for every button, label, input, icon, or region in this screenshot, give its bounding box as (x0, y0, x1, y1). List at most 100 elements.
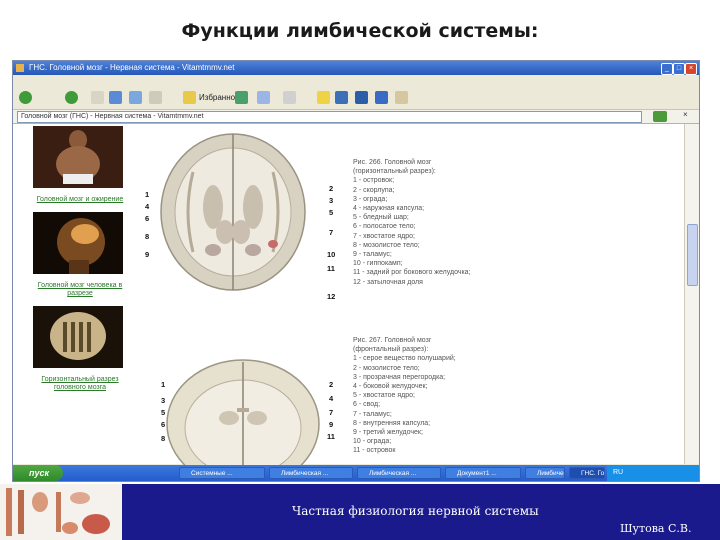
figure-label: 2 (329, 184, 334, 193)
figure-label: 4 (329, 394, 334, 403)
browser-toolbar: Избранное (13, 87, 699, 110)
maximize-button[interactable]: □ (673, 63, 685, 75)
taskbar-item[interactable]: Лимбическая ... (357, 467, 441, 479)
caption-line: 8 - мозолистое тело; (353, 241, 420, 249)
caption-line: 7 - таламус; (353, 410, 392, 418)
ie-icon (16, 64, 24, 72)
brain-slice-photo[interactable] (33, 306, 123, 368)
figure2-caption: Рис. 267. Головной мозг (фронтальный разр… (353, 336, 456, 456)
left-panel: Головной мозг и ожирение Головной мозг ч… (27, 126, 133, 400)
caption-line: Рис. 267. Головной мозг (353, 337, 432, 344)
go-button[interactable] (653, 111, 667, 122)
caption-line: 1 - серое вещество полушарий; (353, 355, 456, 363)
taskbar-item-active[interactable]: ГНС. Головной ... (569, 467, 605, 479)
figure-label: 5 (161, 408, 166, 417)
web-page: Головной мозг и ожирение Головной мозг ч… (13, 124, 699, 474)
forward-icon[interactable] (65, 91, 78, 104)
home-icon[interactable] (129, 91, 142, 104)
address-input[interactable]: Головной мозг (ГНС) - Нервная система - … (17, 111, 642, 123)
edit-icon[interactable] (395, 91, 408, 104)
figure-label: 11 (327, 432, 335, 441)
figure-label: 6 (145, 214, 150, 223)
caption-line: 11 - задний рог бокового желудочка; (353, 269, 471, 277)
anatomy-illustration (0, 484, 122, 540)
caption-line: 10 - ограда; (353, 438, 392, 446)
figure-label: 10 (327, 250, 336, 259)
caption-line: 3 - прозрачная перегородка; (353, 373, 446, 381)
caption-line: 10 - гиппокамп; (353, 260, 403, 268)
messenger-icon[interactable] (335, 91, 348, 104)
caption-line: 3 - ограда; (353, 195, 388, 203)
stop-icon[interactable] (91, 91, 104, 104)
caption-line: 1 - островок; (353, 177, 395, 185)
footer-course-title: Частная физиология нервной системы (292, 504, 539, 518)
scrollbar-thumb[interactable] (687, 224, 698, 286)
head-profile-photo[interactable] (33, 212, 123, 274)
research-icon[interactable] (355, 91, 368, 104)
thumb-caption[interactable]: Головной мозг и ожирение (27, 196, 133, 204)
caption-line: 11 - островок (353, 447, 396, 455)
search-icon[interactable] (149, 91, 162, 104)
menu-bar (13, 75, 699, 85)
vertical-scrollbar[interactable] (684, 124, 699, 464)
caption-line: 12 - затылочная доля (353, 278, 423, 286)
back-icon[interactable] (19, 91, 32, 104)
favorites-label[interactable]: Избранное (199, 93, 240, 102)
caption-line: 6 - полосатое тело; (353, 223, 416, 231)
brain-frontal-section (166, 359, 320, 474)
address-close-icon[interactable]: × (683, 110, 688, 119)
caption-line: (горизонтальный разрез): (353, 168, 436, 176)
obese-man-photo[interactable] (33, 126, 123, 188)
system-tray: RU (607, 465, 699, 481)
figure-label: 1 (161, 380, 166, 389)
caption-line: 7 - хвостатое ядро; (353, 232, 415, 240)
thumb-caption[interactable]: Горизонтальный разрез головного мозга (27, 376, 133, 392)
caption-line: 8 - внутренняя капсула; (353, 419, 431, 427)
caption-line: 4 - наружная капсула; (353, 205, 425, 213)
footer-author: Шутова С.В. (620, 522, 692, 535)
figure-label: 8 (161, 434, 166, 443)
caption-line: Рис. 266. Головной мозг (353, 159, 432, 166)
bluetooth-icon[interactable] (375, 91, 388, 104)
slide-footer: Частная физиология нервной системы Шутов… (0, 484, 720, 540)
brain-horizontal-section (160, 133, 306, 291)
taskbar-item[interactable]: Системные ... (179, 467, 265, 479)
caption-line: (фронтальный разрез): (353, 346, 429, 354)
browser-titlebar: ГНС. Головной мозг - Нервная система - V… (13, 61, 699, 75)
caption-line: 5 - бледный шар; (353, 214, 409, 222)
figure-label: 6 (161, 420, 166, 429)
taskbar-item[interactable]: Документ1 ... (445, 467, 521, 479)
thumb-caption[interactable]: Головной мозг человека в разрезе (27, 282, 133, 298)
caption-line: 2 - скорлупа; (353, 186, 395, 194)
start-button[interactable]: пуск (13, 465, 63, 481)
caption-line: 2 - мозолистое тело; (353, 364, 420, 372)
caption-line: 6 - свод; (353, 401, 381, 409)
figure-label: 9 (329, 420, 334, 429)
figure-label: 9 (145, 250, 150, 259)
figure-label: 7 (329, 228, 334, 237)
figure-label: 3 (161, 396, 166, 405)
windows-taskbar: пуск Системные ... Лимбическая ... Лимби… (13, 465, 699, 481)
caption-line: 5 - хвостатое ядро; (353, 392, 415, 400)
figure-label: 3 (329, 196, 334, 205)
favorites-icon[interactable] (183, 91, 196, 104)
figure-label: 4 (145, 202, 150, 211)
caption-line: 9 - третий желудочек; (353, 429, 423, 437)
minimize-button[interactable]: _ (661, 63, 673, 75)
print-icon[interactable] (283, 91, 296, 104)
close-button[interactable]: × (685, 63, 697, 75)
slide-title: Функции лимбической системы: (181, 20, 539, 42)
caption-line: 4 - боковой желудочек; (353, 383, 428, 391)
mail-icon[interactable] (257, 91, 270, 104)
taskbar-item[interactable]: Лимбическая ... (269, 467, 353, 479)
taskbar-item[interactable]: Лимбическая ... (525, 467, 565, 479)
figure1-caption: Рис. 266. Головной мозг (горизонтальный р… (353, 158, 471, 287)
figure-label: 5 (329, 208, 334, 217)
history-icon[interactable] (235, 91, 248, 104)
figure-label: 2 (329, 380, 334, 389)
figure-label: 1 (145, 190, 150, 199)
tray-language[interactable]: RU (613, 469, 623, 476)
address-bar: Головной мозг (ГНС) - Нервная система - … (13, 110, 699, 124)
folder-icon[interactable] (317, 91, 330, 104)
refresh-icon[interactable] (109, 91, 122, 104)
